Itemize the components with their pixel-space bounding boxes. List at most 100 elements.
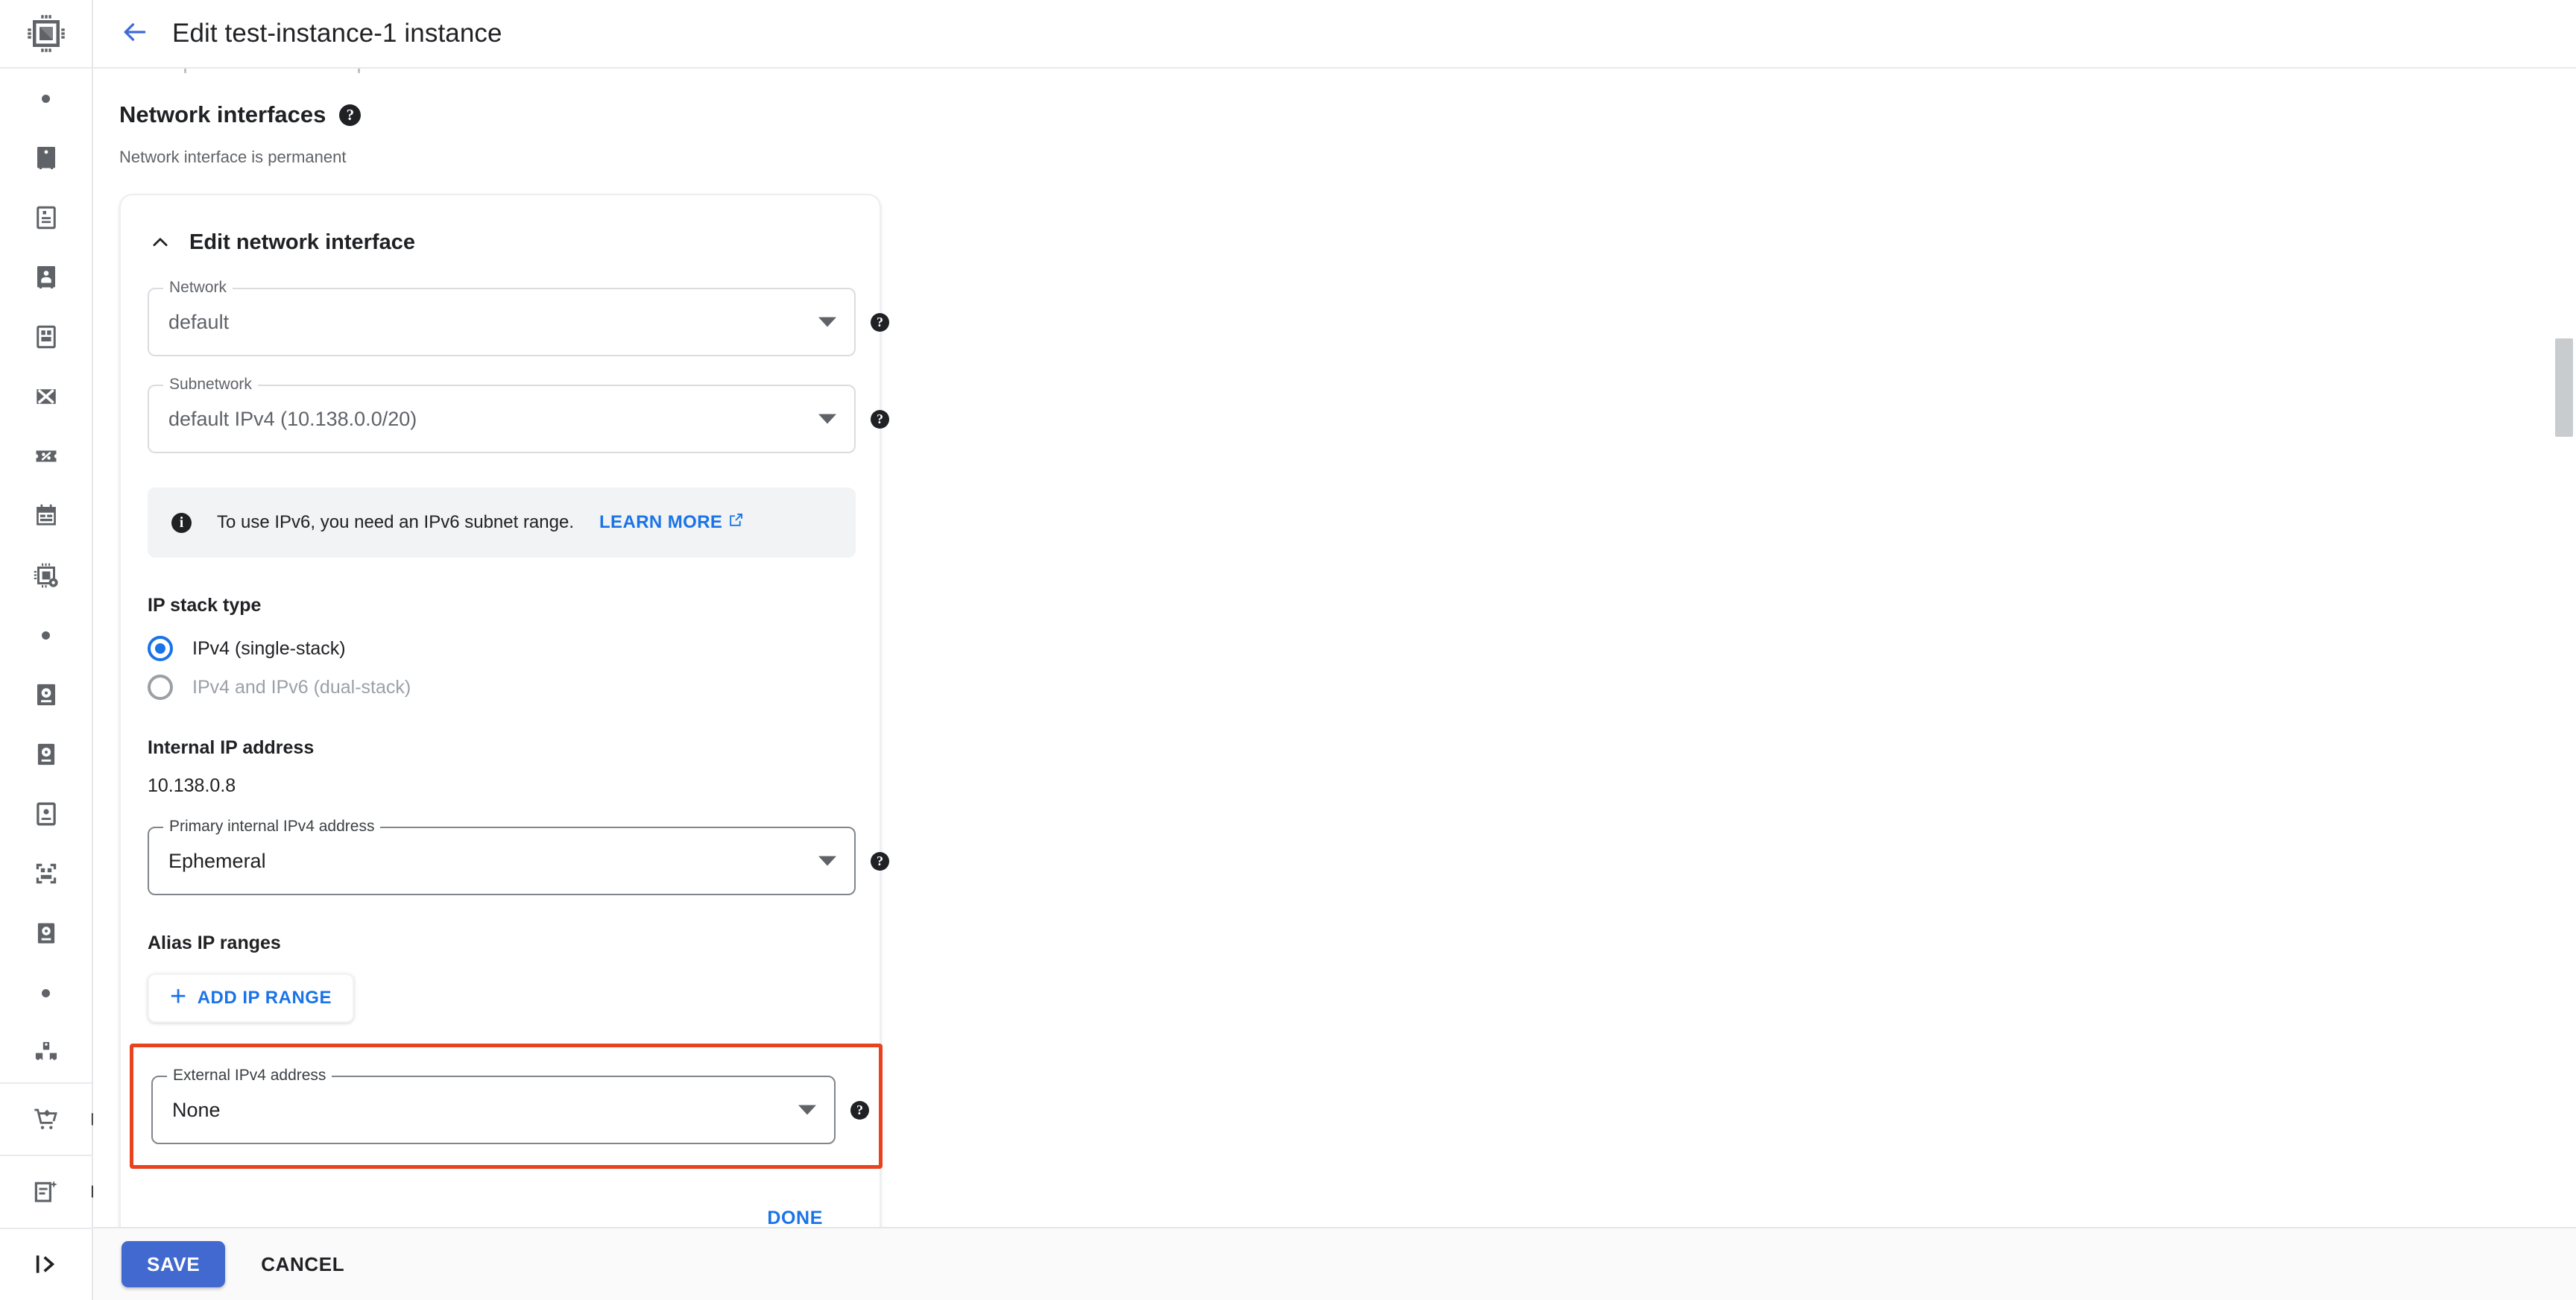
banner-text: To use IPv6, you need an IPv6 subnet ran… <box>217 512 574 532</box>
sidebar-item-dot-2[interactable] <box>0 605 92 665</box>
save-button[interactable]: SAVE <box>121 1241 226 1287</box>
page-title: Edit test-instance-1 instance <box>172 19 502 48</box>
subnetwork-select[interactable]: Subnetwork default IPv4 (10.138.0.0/20) <box>148 376 856 453</box>
image-disk-icon <box>33 801 60 827</box>
chevron-up-icon <box>148 231 173 253</box>
sidebar-item-vm-instances[interactable] <box>0 128 92 188</box>
machine-image-icon <box>33 324 60 350</box>
collapse-panel-button[interactable] <box>0 1227 92 1300</box>
ipv6-info-banner: i To use IPv6, you need an IPv6 subnet r… <box>148 488 856 558</box>
arrow-back-icon <box>121 18 149 50</box>
subnetwork-field-row: Subnetwork default IPv4 (10.138.0.0/20) … <box>148 376 889 453</box>
dot-icon <box>42 631 50 640</box>
top-app-bar: Edit test-instance-1 instance <box>93 0 2576 69</box>
primary-internal-ipv4-select[interactable]: Primary internal IPv4 address Ephemeral <box>148 818 856 895</box>
expand-panel-icon <box>31 1249 61 1279</box>
network-interface-card: Edit network interface Network default ? <box>119 194 889 1227</box>
external-ipv4-highlight-box: External IPv4 address None ? <box>130 1044 883 1169</box>
sidebar-item-tpus[interactable] <box>0 367 92 426</box>
radio-ipv4-ipv6-dual-stack[interactable]: IPv4 and IPv6 (dual-stack) <box>148 675 853 700</box>
instance-group-icon <box>33 1039 60 1066</box>
network-help-icon[interactable]: ? <box>871 312 889 332</box>
sidebar-item-marketplace[interactable]: M <box>0 1082 104 1155</box>
subnetwork-value: default IPv4 (10.138.0.0/20) <box>168 407 417 430</box>
instance-icon <box>33 145 60 171</box>
card-title: Edit network interface <box>189 230 415 254</box>
subnetwork-label: Subnetwork <box>163 376 258 394</box>
sidebar-item-instance-templates[interactable] <box>0 188 92 247</box>
storage-pool-icon <box>33 860 60 887</box>
learn-more-link[interactable]: LEARN MORE <box>599 512 744 533</box>
instance-template-icon <box>33 204 60 231</box>
learn-more-label: LEARN MORE <box>599 512 723 532</box>
chevron-down-icon <box>818 317 836 327</box>
sidebar-item-asynchronous-replication[interactable] <box>0 903 92 963</box>
primary-internal-ip-field-row: Primary internal IPv4 address Ephemeral … <box>148 818 889 895</box>
scrollbar-thumb[interactable] <box>2555 338 2573 437</box>
cpu-settings-icon <box>33 562 60 589</box>
help-icon[interactable]: ? <box>339 104 362 126</box>
external-ipv4-value: None <box>172 1098 221 1121</box>
card-header[interactable]: Edit network interface <box>148 221 853 264</box>
sidebar-item-dot-3[interactable] <box>0 963 92 1023</box>
snapshot-icon <box>33 741 60 768</box>
primary-internal-ipv4-label: Primary internal IPv4 address <box>163 818 381 836</box>
network-field-row: Network default ? <box>148 279 889 356</box>
add-ip-range-button[interactable]: + ADD IP RANGE <box>148 974 354 1023</box>
radio-ipv4-single-stack[interactable]: IPv4 (single-stack) <box>148 636 853 661</box>
done-button[interactable]: DONE <box>767 1208 823 1227</box>
primary-internal-ipv4-help-icon[interactable]: ? <box>871 851 889 871</box>
sidebar-item-snapshots[interactable] <box>0 725 92 784</box>
sidebar-item-release-notes[interactable]: P <box>0 1155 101 1227</box>
tpu-icon <box>33 383 60 410</box>
left-nav-rail: M P <box>0 0 104 1300</box>
sidebar-item-storage-pools[interactable] <box>0 844 92 903</box>
section-header: Network interfaces ? <box>119 101 2576 128</box>
main-region: Edit test-instance-1 instance Network in… <box>93 0 2576 1300</box>
ip-stack-type-label: IP stack type <box>148 595 262 616</box>
sidebar-item-sole-tenant-nodes[interactable] <box>0 247 92 307</box>
back-button[interactable] <box>110 8 160 59</box>
chevron-down-icon <box>818 414 836 424</box>
chevron-down-icon <box>818 856 836 866</box>
cancel-button[interactable]: CANCEL <box>242 1241 364 1287</box>
primary-internal-ipv4-value: Ephemeral <box>168 849 266 872</box>
network-select[interactable]: Network default <box>148 279 856 356</box>
radio-button-selected-icon <box>148 636 173 661</box>
radio-ipv4-single-stack-label: IPv4 (single-stack) <box>192 637 346 659</box>
subnetwork-help-icon[interactable]: ? <box>871 409 889 429</box>
internal-ip-address-label: Internal IP address <box>148 737 315 758</box>
release-notes-icon <box>32 1178 60 1206</box>
form-action-bar: SAVE CANCEL <box>93 1227 2576 1300</box>
dot-icon <box>42 94 50 103</box>
page-section-title: Network interfaces <box>119 101 326 127</box>
external-ipv4-select[interactable]: External IPv4 address None <box>151 1067 836 1144</box>
dot-icon <box>42 988 50 997</box>
sidebar-item-dot-1[interactable] <box>0 69 92 128</box>
done-row: DONE <box>148 1208 853 1227</box>
chevron-down-icon <box>798 1105 816 1115</box>
radio-ipv4-ipv6-dual-stack-label: IPv4 and IPv6 (dual-stack) <box>192 676 411 698</box>
rail-brand[interactable] <box>0 0 92 69</box>
sidebar-item-disks[interactable] <box>0 665 92 725</box>
committed-discount-icon <box>33 443 60 470</box>
rail-items <box>0 69 92 1082</box>
external-ipv4-label: External IPv4 address <box>167 1067 332 1085</box>
alias-ip-ranges-label: Alias IP ranges <box>148 933 281 953</box>
internal-ip-address-value: 10.138.0.8 <box>148 775 236 796</box>
info-icon: i <box>171 512 192 533</box>
sidebar-item-images[interactable] <box>0 784 92 844</box>
sidebar-item-reservations[interactable] <box>0 486 92 546</box>
vertical-scrollbar[interactable] <box>2552 69 2576 1227</box>
sidebar-item-machine-images[interactable] <box>0 307 92 367</box>
sidebar-item-cpu-settings[interactable] <box>0 546 92 605</box>
scroll-area[interactable]: Network interfaces ? Network interface i… <box>93 69 2576 1227</box>
sidebar-item-committed-use-discounts[interactable] <box>0 426 92 486</box>
app-root: M P Edit test-instance-1 instance <box>0 0 2576 1300</box>
sidebar-item-instance-groups[interactable] <box>0 1023 92 1082</box>
open-in-new-icon <box>728 512 744 533</box>
marketplace-cart-icon <box>31 1105 61 1135</box>
external-ipv4-help-icon[interactable]: ? <box>850 1100 869 1120</box>
network-label: Network <box>163 279 233 297</box>
plus-icon: + <box>170 981 187 1012</box>
